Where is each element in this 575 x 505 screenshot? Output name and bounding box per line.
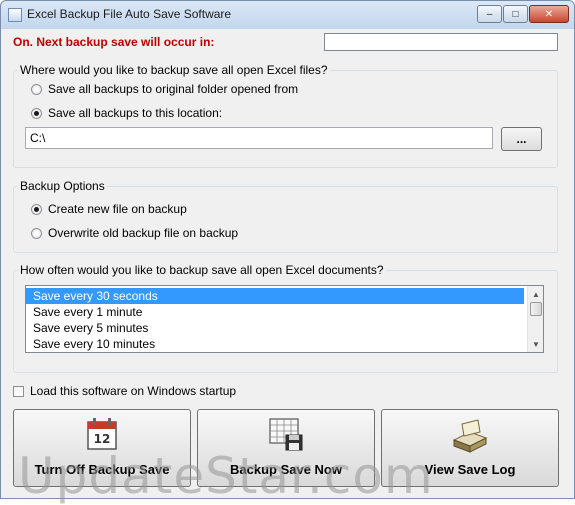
scroll-down-icon[interactable]: ▼ <box>528 336 543 352</box>
calendar-icon: 12 <box>87 418 117 450</box>
browse-button[interactable]: ... <box>501 127 542 151</box>
backup-options-group: Backup Options <box>13 179 558 253</box>
startup-checkbox-label: Load this software on Windows startup <box>30 384 237 398</box>
svg-text:12: 12 <box>94 432 111 446</box>
log-book-icon <box>452 419 488 453</box>
scroll-up-icon[interactable]: ▲ <box>528 286 543 302</box>
startup-checkbox[interactable]: Load this software on Windows startup <box>13 384 236 398</box>
turn-off-backup-label: Turn Off Backup Save <box>34 462 170 477</box>
radio-create-new-file[interactable]: Create new file on backup <box>31 202 187 216</box>
frequency-group-legend: How often would you like to backup save … <box>20 263 384 277</box>
list-item[interactable]: Save every 1 minute <box>26 304 524 320</box>
frequency-listbox[interactable]: Save every 30 seconds Save every 1 minut… <box>25 285 544 353</box>
client-area: On. Next backup save will occur in: Wher… <box>5 29 570 505</box>
radio-icon[interactable] <box>31 83 42 95</box>
list-item[interactable]: Save every 30 seconds <box>26 288 524 304</box>
backup-now-label: Backup Save Now <box>230 462 342 477</box>
close-icon: ✕ <box>544 8 554 20</box>
listbox-scrollbar[interactable]: ▲ ▼ <box>527 286 543 352</box>
minimize-icon: – <box>486 8 493 20</box>
radio-original-folder-label: Save all backups to original folder open… <box>48 82 299 96</box>
radio-overwrite-file-label: Overwrite old backup file on backup <box>48 226 239 240</box>
backup-path-input[interactable]: C:\ <box>25 127 493 149</box>
list-item[interactable]: Save every 5 minutes <box>26 320 524 336</box>
list-item[interactable]: Save every 10 minutes <box>26 336 524 352</box>
scroll-thumb[interactable] <box>530 302 542 316</box>
status-countdown-field <box>324 33 558 51</box>
spreadsheet-save-icon <box>269 418 303 451</box>
radio-create-new-file-label: Create new file on backup <box>48 202 187 216</box>
title-bar[interactable]: Excel Backup File Auto Save Software – □… <box>1 1 574 29</box>
status-label: On. Next backup save will occur in: <box>13 35 215 49</box>
close-button[interactable]: ✕ <box>529 5 569 23</box>
view-save-log-label: View Save Log <box>424 462 516 477</box>
radio-selected-icon[interactable] <box>31 203 42 215</box>
view-save-log-button[interactable]: View Save Log <box>381 409 559 487</box>
turn-off-backup-button[interactable]: 12 Turn Off Backup Save <box>13 409 191 487</box>
radio-original-folder[interactable]: Save all backups to original folder open… <box>31 82 298 96</box>
app-window: Excel Backup File Auto Save Software – □… <box>0 0 575 505</box>
radio-custom-location-label: Save all backups to this location: <box>48 106 223 120</box>
checkbox-icon[interactable] <box>13 385 24 397</box>
backup-options-legend: Backup Options <box>20 179 105 193</box>
minimize-button[interactable]: – <box>477 5 502 23</box>
maximize-button[interactable]: □ <box>503 5 528 23</box>
radio-selected-icon[interactable] <box>31 107 42 119</box>
window-title: Excel Backup File Auto Save Software <box>27 7 232 21</box>
radio-custom-location[interactable]: Save all backups to this location: <box>31 106 222 120</box>
radio-overwrite-file[interactable]: Overwrite old backup file on backup <box>31 226 238 240</box>
maximize-icon: □ <box>512 8 519 20</box>
location-group-legend: Where would you like to backup save all … <box>20 63 328 77</box>
app-icon <box>8 8 22 22</box>
backup-now-button[interactable]: Backup Save Now <box>197 409 375 487</box>
radio-icon[interactable] <box>31 227 42 239</box>
